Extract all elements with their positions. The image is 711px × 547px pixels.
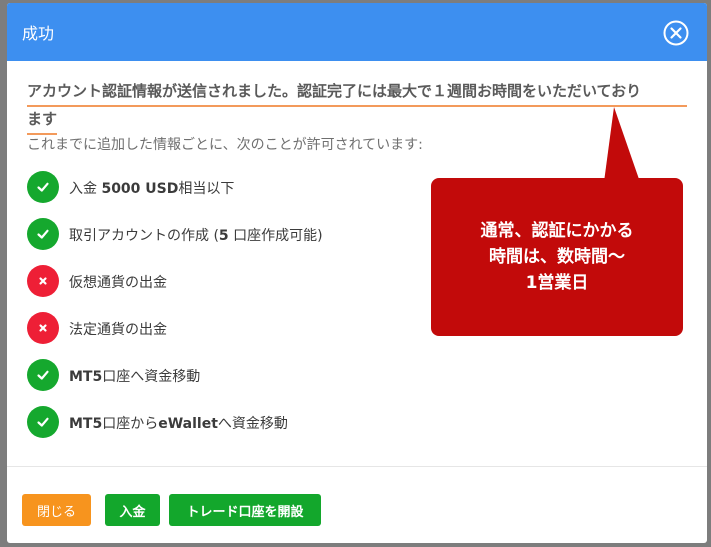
permission-text: 相当以下: [178, 181, 235, 197]
deposit-button[interactable]: 入金: [105, 494, 160, 526]
callout-line3: 1営業日: [525, 273, 589, 293]
check-icon: [27, 218, 59, 250]
permission-crypto-withdrawal: 仮想通貨の出金: [27, 265, 323, 312]
permission-wallet: eWallet: [158, 416, 218, 432]
dialog-header: 成功: [7, 3, 707, 61]
permission-transfer-to-mt5: MT5口座へ資金移動: [27, 359, 323, 406]
permission-text: 入金: [69, 181, 102, 197]
submission-message-line2: ます: [27, 107, 58, 135]
callout-line1: 通常、認証にかかる: [480, 221, 634, 241]
permission-text: 仮想通貨の出金: [69, 275, 167, 291]
open-trade-account-button[interactable]: トレード口座を開設: [169, 494, 321, 526]
permission-text: へ資金移動: [217, 416, 288, 432]
verification-time-callout: 通常、認証にかかる 時間は、数時間〜 1営業日: [431, 178, 683, 336]
permission-amount: 5000 USD: [101, 181, 179, 197]
close-button[interactable]: 閉じる: [22, 494, 91, 526]
callout-line2: 時間は、数時間〜: [489, 247, 625, 267]
permission-text: 法定通貨の出金: [69, 322, 167, 338]
permission-count: 5: [218, 228, 229, 244]
permissions-intro: これまでに追加した情報ごとに、次のことが許可されています:: [27, 137, 423, 153]
permission-text: 口座作成可能): [228, 228, 323, 244]
permission-transfer-mt5-to-ewallet: MT5口座からeWalletへ資金移動: [27, 406, 323, 453]
permissions-list: 入金 5000 USD相当以下 取引アカウントの作成 (5 口座作成可能) 仮想…: [27, 171, 323, 453]
cross-icon: [27, 312, 59, 344]
close-circle-icon[interactable]: [663, 20, 689, 46]
permission-fiat-withdrawal: 法定通貨の出金: [27, 312, 323, 359]
permission-deposit: 入金 5000 USD相当以下: [27, 171, 323, 218]
permission-platform: MT5: [69, 416, 103, 432]
permission-text: 取引アカウントの作成 (: [69, 228, 219, 244]
permission-text: 口座から: [102, 416, 159, 432]
permission-text: 口座へ資金移動: [102, 369, 201, 385]
check-icon: [27, 171, 59, 203]
permission-create-account: 取引アカウントの作成 (5 口座作成可能): [27, 218, 323, 265]
check-icon: [27, 359, 59, 391]
footer-divider: [7, 466, 707, 467]
cross-icon: [27, 265, 59, 297]
dialog-title: 成功: [22, 24, 55, 43]
submission-message-line1: アカウント認証情報が送信されました。認証完了には最大で１週間お時間をいただいてお…: [27, 79, 687, 107]
check-icon: [27, 406, 59, 438]
permission-platform: MT5: [69, 369, 103, 385]
submission-message: アカウント認証情報が送信されました。認証完了には最大で１週間お時間をいただいてお…: [27, 79, 687, 135]
